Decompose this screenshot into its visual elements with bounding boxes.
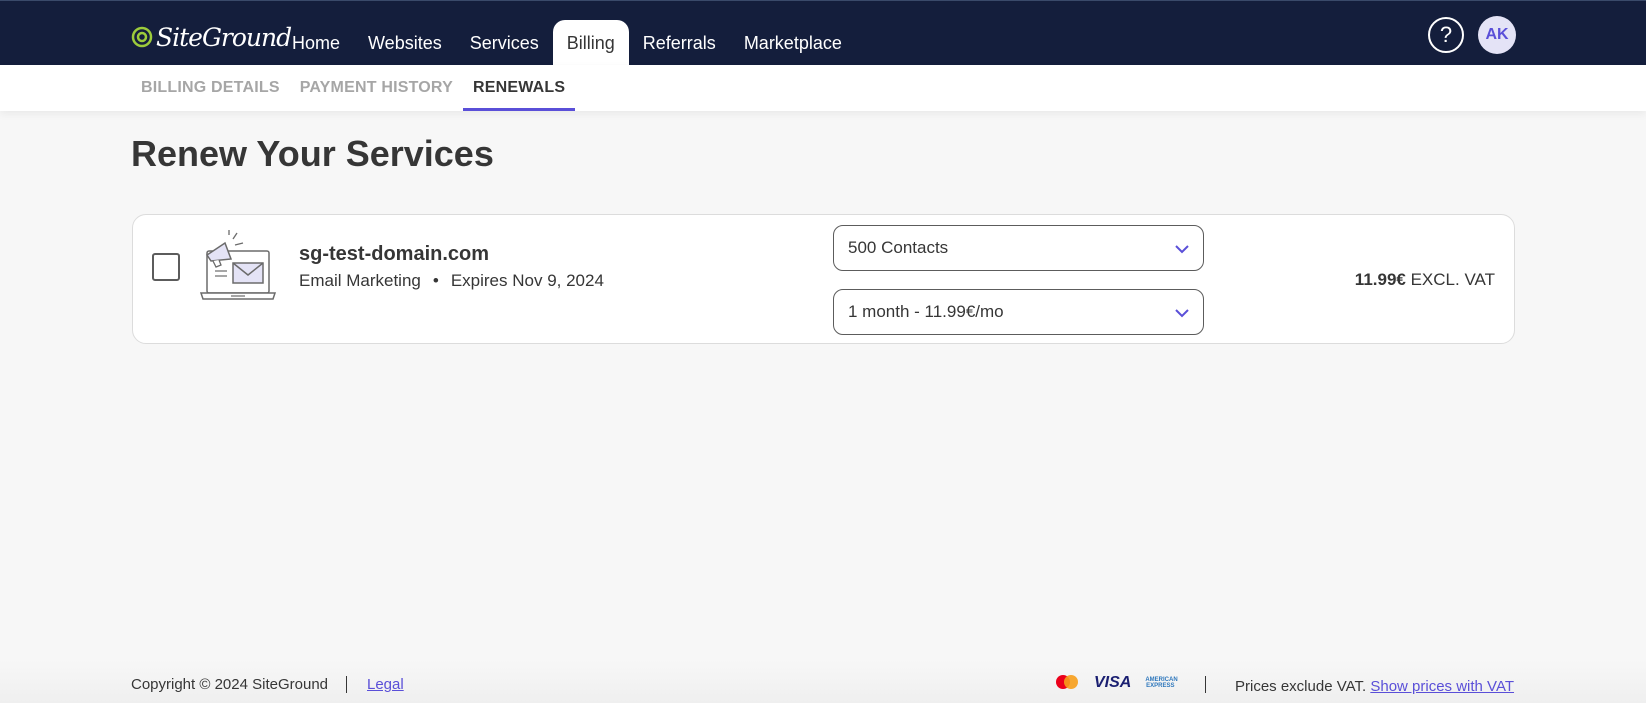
service-domain: sg-test-domain.com bbox=[299, 243, 490, 265]
tab-billing-details[interactable]: BILLING DETAILS bbox=[131, 65, 290, 111]
footer-divider bbox=[1205, 676, 1206, 693]
user-avatar[interactable]: AK bbox=[1478, 16, 1516, 54]
payment-methods: VISA AMERICAN EXPRESS bbox=[1054, 674, 1178, 692]
email-marketing-illustration-icon bbox=[199, 230, 277, 300]
help-icon[interactable]: ? bbox=[1428, 17, 1464, 53]
visa-icon: VISA bbox=[1094, 674, 1132, 691]
renewal-service-card: sg-test-domain.com Email Marketing • Exp… bbox=[132, 214, 1515, 344]
nav-home[interactable]: Home bbox=[278, 20, 354, 66]
tab-payment-history[interactable]: PAYMENT HISTORY bbox=[290, 65, 463, 111]
service-expiry: Expires Nov 9, 2024 bbox=[450, 271, 604, 290]
plan-select[interactable]: 500 Contacts bbox=[833, 225, 1204, 271]
period-select-value: 1 month - 11.99€/mo bbox=[848, 302, 1004, 321]
billing-subnav: BILLING DETAILS PAYMENT HISTORY RENEWALS bbox=[0, 65, 1646, 111]
plan-select-value: 500 Contacts bbox=[848, 238, 949, 257]
page-title: Renew Your Services bbox=[131, 133, 494, 174]
legal-link[interactable]: Legal bbox=[367, 676, 404, 693]
tab-renewals[interactable]: RENEWALS bbox=[462, 65, 576, 111]
service-select-checkbox[interactable] bbox=[152, 253, 180, 281]
meta-separator: • bbox=[432, 271, 439, 290]
service-meta: Email Marketing • Expires Nov 9, 2024 bbox=[299, 271, 604, 291]
copyright-text: Copyright © 2024 SiteGround bbox=[131, 676, 328, 693]
top-navigation-bar: SiteGround Home Websites Services Billin… bbox=[0, 0, 1646, 66]
mastercard-icon bbox=[1056, 675, 1078, 689]
siteground-logo[interactable]: SiteGround bbox=[131, 20, 292, 54]
nav-referrals[interactable]: Referrals bbox=[629, 20, 730, 66]
chevron-down-icon bbox=[1175, 309, 1189, 318]
show-vat-link[interactable]: Show prices with VAT bbox=[1370, 678, 1514, 695]
service-type: Email Marketing bbox=[299, 271, 421, 290]
subtabs: BILLING DETAILS PAYMENT HISTORY RENEWALS bbox=[131, 65, 576, 111]
nav-services[interactable]: Services bbox=[456, 20, 553, 66]
period-select[interactable]: 1 month - 11.99€/mo bbox=[833, 289, 1204, 335]
main-nav: Home Websites Services Billing Referrals… bbox=[278, 20, 856, 66]
footer-divider bbox=[346, 676, 347, 693]
service-price: 11.99€ EXCL. VAT bbox=[1355, 270, 1495, 290]
vat-text: Prices exclude VAT. bbox=[1235, 678, 1367, 695]
nav-websites[interactable]: Websites bbox=[354, 20, 456, 66]
logo-text: SiteGround bbox=[156, 22, 292, 52]
price-suffix: EXCL. VAT bbox=[1410, 270, 1495, 289]
logo-swirl-icon bbox=[131, 26, 153, 48]
chevron-down-icon bbox=[1175, 245, 1189, 254]
nav-billing[interactable]: Billing bbox=[552, 20, 629, 66]
vat-notice: Prices exclude VAT. Show prices with VAT bbox=[1235, 678, 1514, 695]
amex-icon: AMERICAN EXPRESS bbox=[1145, 677, 1178, 689]
price-amount: 11.99€ bbox=[1354, 270, 1406, 289]
page-footer: Copyright © 2024 SiteGround Legal VISA A… bbox=[0, 660, 1646, 703]
nav-marketplace[interactable]: Marketplace bbox=[730, 20, 856, 66]
